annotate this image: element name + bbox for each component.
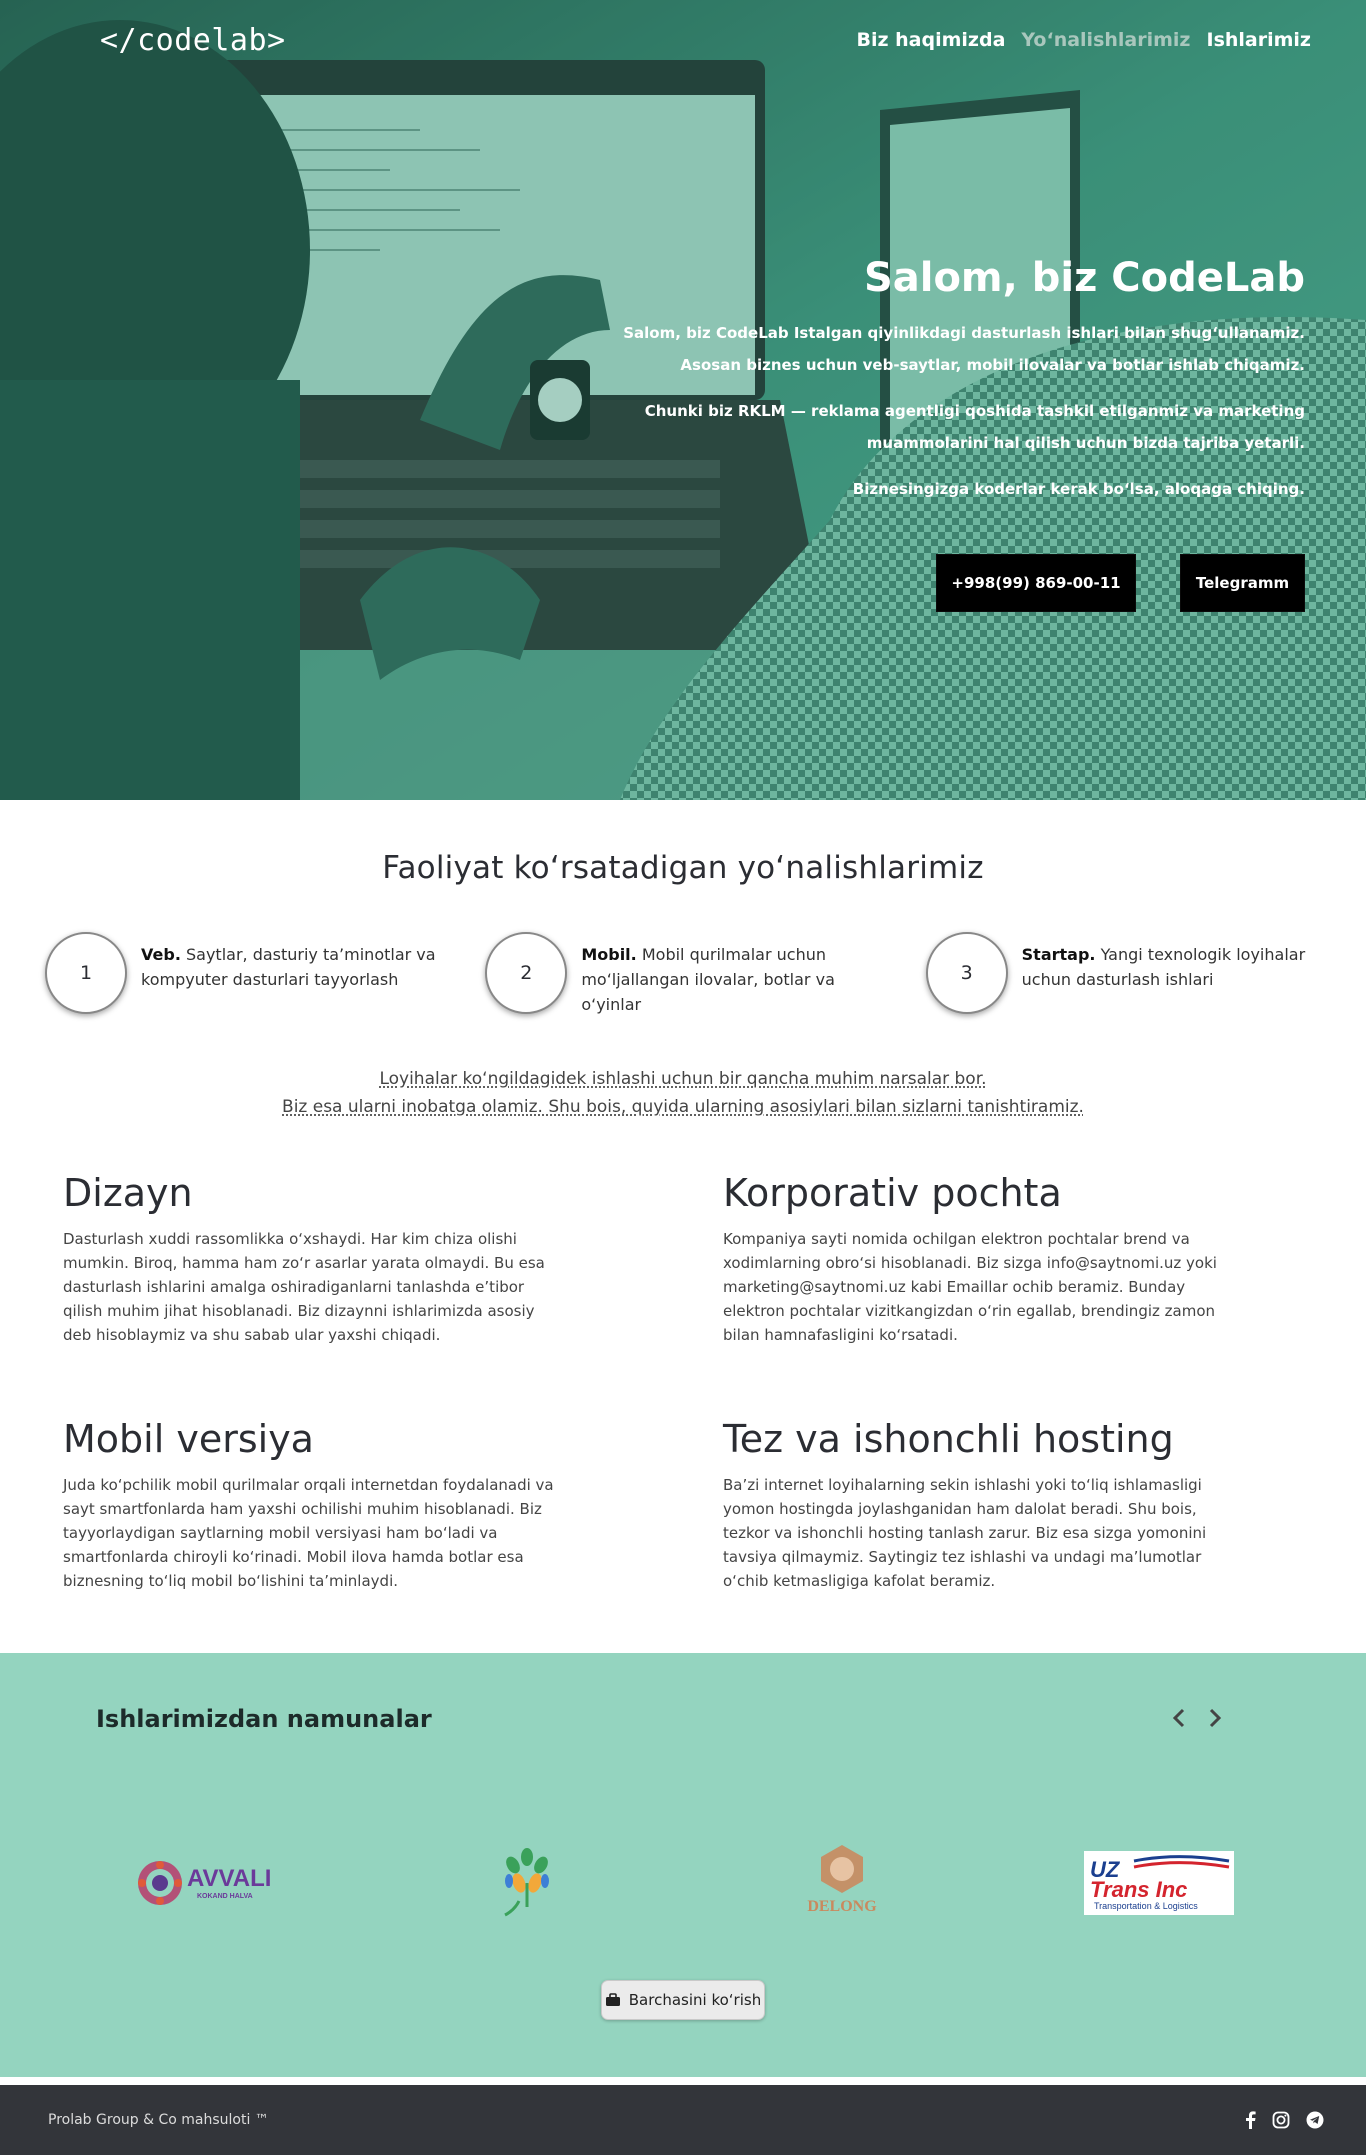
services-section: Faoliyat ko‘rsatadigan yo‘nalishlarimiz … [0, 800, 1366, 1593]
nav-links: Biz haqimizda Yo‘nalishlarimiz Ishlarimi… [856, 29, 1311, 51]
step-item: 1 Veb. Saytlar, dasturiy ta’minotlar va … [45, 932, 485, 1017]
service-steps: 1 Veb. Saytlar, dasturiy ta’minotlar va … [0, 932, 1366, 1017]
feature-text: Dasturlash xuddi rassomlikka o‘xshaydi. … [63, 1230, 545, 1344]
features-grid: Dizayn Dasturlash xuddi rassomlikka o‘xs… [0, 1121, 1366, 1593]
svg-text:Trans Inc: Trans Inc [1090, 1877, 1187, 1902]
intro-line-2: Biz esa ularni inobatga olamiz. Shu bois… [282, 1097, 1084, 1117]
delong-logo-text: DELONG [807, 1898, 877, 1915]
hero-paragraph-1: Salom, biz CodeLab Istalgan qiyinlikdagi… [623, 324, 1305, 374]
feature-corporate-mail: Korporativ pochta Kompaniya sayti nomida… [723, 1171, 1323, 1347]
intro-line-1: Loyihalar ko‘ngildagidek ishlashi uchun … [379, 1069, 987, 1089]
nav-link-about[interactable]: Biz haqimizda [856, 29, 1005, 51]
hero-paragraph-2: Chunki biz RKLM — reklama agentligi qosh… [644, 402, 1305, 452]
feature-title: Dizayn [63, 1171, 193, 1215]
step-description: Mobil. Mobil qurilmalar uchun mo‘ljallan… [581, 932, 881, 1017]
feature-title: Mobil versiya [63, 1417, 314, 1461]
step-title: Startap. [1021, 945, 1096, 964]
feature-text: Kompaniya sayti nomida ochilgan elektron… [723, 1230, 1217, 1344]
site-logo[interactable]: </codelab> [100, 23, 286, 58]
step-item: 2 Mobil. Mobil qurilmalar uchun mo‘ljall… [485, 932, 925, 1017]
services-title: Faoliyat ko‘rsatadigan yo‘nalishlarimiz [382, 850, 984, 886]
step-number: 3 [925, 932, 1008, 1014]
step-item: 3 Startap. Yangi texnologik loyihalar uc… [925, 932, 1366, 1017]
instagram-icon[interactable] [1272, 2111, 1290, 2129]
step-title: Veb. [141, 945, 181, 964]
portfolio-section: Ishlarimizdan namunalar AVVALI KOKAND HA… [0, 1653, 1366, 2077]
facebook-icon[interactable] [1244, 2111, 1256, 2129]
client-logo-delong[interactable]: DELONG [795, 1833, 890, 1933]
hero-buttons: +998(99) 869-00-11 Telegramm [936, 554, 1305, 612]
avvali-logo-text: AVVALI [187, 1865, 271, 1892]
step-title: Mobil. [581, 945, 637, 964]
phone-button[interactable]: +998(99) 869-00-11 [936, 554, 1136, 612]
top-navigation: </codelab> Biz haqimizda Yo‘nalishlarimi… [0, 0, 1366, 80]
client-logo-hands-tree[interactable] [492, 1833, 562, 1933]
portfolio-title: Ishlarimizdan namunalar [96, 1705, 432, 1733]
client-logo-uz-trans[interactable]: UZ Trans Inc Transportation & Logistics [1084, 1833, 1234, 1933]
feature-mobile-version: Mobil versiya Juda ko‘pchilik mobil quri… [63, 1417, 723, 1593]
feature-hosting: Tez va ishonchli hosting Ba’zi internet … [723, 1417, 1323, 1593]
step-text: Saytlar, dasturiy ta’minotlar va kompyut… [141, 945, 436, 989]
portfolio-logos: AVVALI KOKAND HALVA DELONG UZ Trans Inc … [0, 1833, 1366, 1943]
view-all-button[interactable]: Barchasini ko‘rish [601, 1980, 765, 2020]
chevron-right-icon[interactable] [1204, 1705, 1226, 1731]
view-all-label: Barchasini ko‘rish [628, 1991, 762, 2009]
carousel-controls [1168, 1705, 1226, 1731]
uz-trans-subtext: Transportation & Logistics [1094, 1901, 1198, 1911]
feature-title: Korporativ pochta [723, 1171, 1062, 1215]
nav-link-directions[interactable]: Yo‘nalishlarimiz [1021, 29, 1190, 51]
client-logo-avvali[interactable]: AVVALI KOKAND HALVA [135, 1833, 285, 1933]
nav-link-works[interactable]: Ishlarimiz [1207, 29, 1312, 51]
hero-paragraph-3: Biznesingizga koderlar kerak bo‘lsa, alo… [852, 480, 1305, 498]
hero-text-block: Salom, biz CodeLab Salom, biz CodeLab Is… [565, 255, 1305, 519]
step-description: Veb. Saytlar, dasturiy ta’minotlar va ko… [141, 932, 441, 992]
feature-design: Dizayn Dasturlash xuddi rassomlikka o‘xs… [63, 1171, 723, 1347]
hero-title: Salom, biz CodeLab [863, 255, 1305, 301]
feature-text: Juda ko‘pchilik mobil qurilmalar orqali … [63, 1476, 554, 1590]
feature-title: Tez va ishonchli hosting [723, 1417, 1174, 1461]
telegram-button[interactable]: Telegramm [1180, 554, 1305, 612]
avvali-logo-subtext: KOKAND HALVA [197, 1893, 253, 1900]
intro-text: Loyihalar ko‘ngildagidek ishlashi uchun … [0, 1065, 1366, 1121]
step-number: 1 [45, 932, 127, 1014]
telegram-icon[interactable] [1306, 2111, 1324, 2129]
step-description: Startap. Yangi texnologik loyihalar uchu… [1022, 932, 1322, 992]
step-number: 2 [485, 932, 568, 1014]
chevron-left-icon[interactable] [1168, 1705, 1190, 1731]
footer: Prolab Group & Co mahsuloti ™ [0, 2085, 1366, 2155]
footer-copyright: Prolab Group & Co mahsuloti ™ [48, 2112, 269, 2128]
briefcase-icon [605, 1993, 620, 2006]
feature-text: Ba’zi internet loyihalarning sekin ishla… [723, 1476, 1207, 1590]
social-links [1244, 2111, 1324, 2129]
hero-section: </codelab> Biz haqimizda Yo‘nalishlarimi… [0, 0, 1366, 800]
